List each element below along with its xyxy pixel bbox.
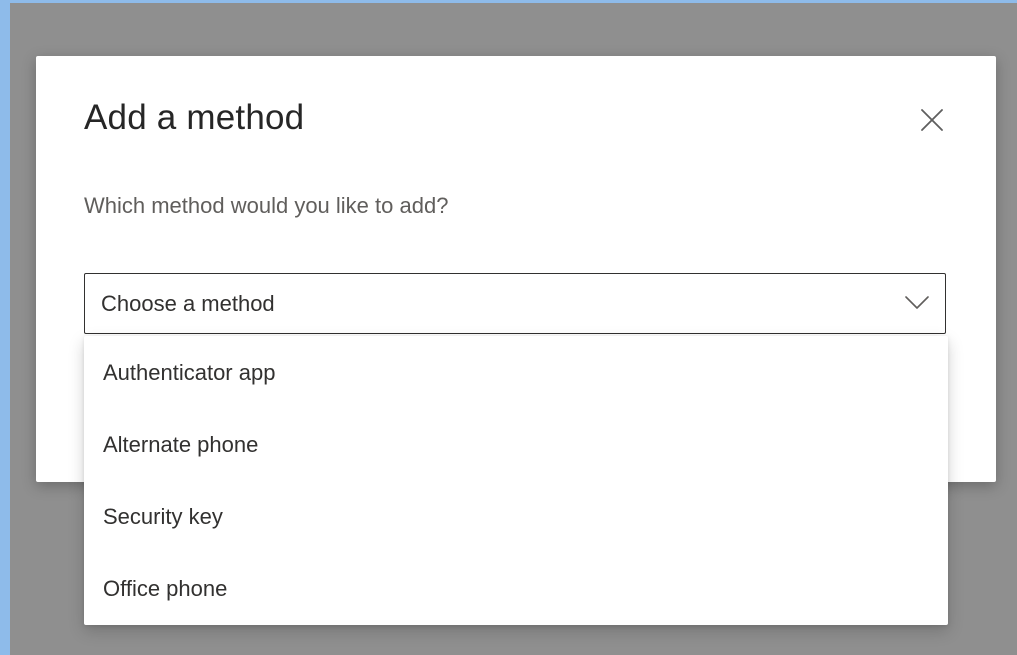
- option-alternate-phone[interactable]: Alternate phone: [84, 408, 948, 480]
- option-label: Office phone: [103, 576, 228, 601]
- option-label: Security key: [103, 504, 223, 529]
- option-office-phone[interactable]: Office phone: [84, 552, 948, 624]
- method-dropdown-list: Authenticator app Alternate phone Securi…: [84, 336, 948, 625]
- option-label: Authenticator app: [103, 360, 276, 385]
- dialog-title: Add a method: [84, 98, 305, 137]
- dialog-prompt: Which method would you like to add?: [84, 193, 449, 218]
- close-icon: [921, 109, 943, 131]
- close-button[interactable]: [910, 102, 954, 138]
- method-select[interactable]: Choose a method: [84, 273, 946, 334]
- chevron-down-icon: [905, 296, 929, 309]
- option-security-key[interactable]: Security key: [84, 480, 948, 552]
- method-select-value: Choose a method: [101, 291, 275, 316]
- option-authenticator-app[interactable]: Authenticator app: [84, 336, 948, 408]
- option-label: Alternate phone: [103, 432, 259, 457]
